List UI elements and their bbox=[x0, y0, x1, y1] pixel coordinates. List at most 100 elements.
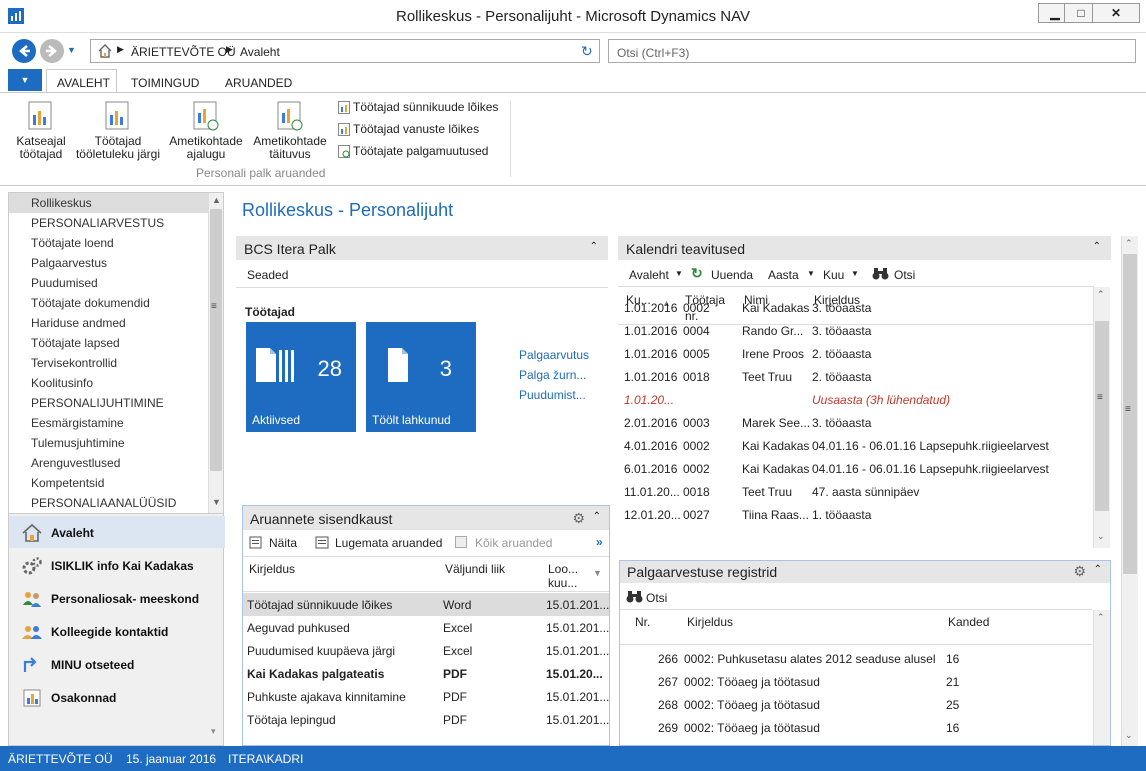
col-kirjeldus[interactable]: Kirjeldus bbox=[249, 562, 295, 576]
table-row[interactable]: 269 0002: Tööaeg ja töötasud 16 bbox=[620, 717, 1092, 740]
col-nr[interactable]: Nr. bbox=[635, 615, 650, 629]
all-reports-checkbox[interactable] bbox=[455, 536, 467, 548]
nav-item[interactable]: Töötajate loend bbox=[31, 236, 114, 250]
breadcrumb-page[interactable]: Avaleht bbox=[240, 45, 280, 59]
nav-item[interactable]: Tulemusjuhtimine bbox=[31, 436, 125, 450]
nav-item[interactable]: Eesmärgistamine bbox=[31, 416, 124, 430]
table-row[interactable]: 11.01.20... 0018 Teet Truu 47. aasta sünnip… bbox=[618, 481, 1094, 503]
col-loodud[interactable]: Loo... kuu... bbox=[548, 562, 588, 590]
address-box[interactable]: ▶ ÄRIETTEVÕTE OÜ ▶ Avaleht ↻ bbox=[90, 39, 600, 63]
table-row[interactable]: 2.01.2016 0003 Marek See... 3. tööaasta bbox=[618, 412, 1094, 434]
nav-personaliosak[interactable]: Personaliosak- meeskond bbox=[21, 582, 225, 614]
table-row[interactable]: 1.01.2016 0005 Irene Proos 2. tööaasta bbox=[618, 343, 1094, 365]
refresh-icon[interactable]: ↻ bbox=[581, 43, 593, 60]
toolt-lahkunud-tile[interactable]: 3 Töölt lahkunud bbox=[366, 322, 476, 432]
table-row[interactable]: Töötajad sünnikuude lõikes Word 15.01.201.… bbox=[243, 593, 609, 616]
ametikohtade-ajalugu-button[interactable]: Ametikohtade ajalugu bbox=[166, 101, 246, 161]
tab-aruanded[interactable]: ARUANDED bbox=[225, 76, 292, 90]
link-palgaarvutus[interactable]: Palgaarvutus bbox=[519, 348, 589, 362]
calendar-scrollbar[interactable]: ⌃ ≡ ⌄ bbox=[1093, 287, 1110, 548]
table-row[interactable]: Puhkuste ajakava kinnitamine PDF 15.01.201… bbox=[243, 685, 609, 708]
nav-osakonnad[interactable]: Osakonnad bbox=[21, 681, 225, 713]
nav-item[interactable]: Töötajate lapsed bbox=[31, 336, 120, 350]
table-row[interactable]: Töötaja lepingud PDF 15.01.201... bbox=[243, 708, 609, 731]
table-row[interactable]: Aeguvad puhkused Excel 15.01.201... bbox=[243, 616, 609, 639]
aktiivsed-tile[interactable]: 28 Aktiivsed bbox=[246, 322, 356, 432]
nav-minu-otseteed[interactable]: MINU otseteed bbox=[21, 648, 225, 680]
nav-item[interactable]: Puudumised bbox=[31, 276, 98, 290]
page-scrollbar[interactable]: ⌃ ≡ ⌄ bbox=[1121, 236, 1138, 746]
scroll-down-icon[interactable]: ⌄ bbox=[1097, 531, 1105, 542]
collapse-icon[interactable]: ⌃ bbox=[1094, 564, 1102, 575]
registers-find-button[interactable]: Otsi bbox=[646, 591, 667, 605]
col-kanded[interactable]: Kanded bbox=[948, 615, 989, 629]
nav-item[interactable]: PERSONALIARVESTUS bbox=[31, 216, 164, 230]
link-palga-zurnaal[interactable]: Palga žurn... bbox=[519, 368, 586, 382]
more-actions-icon[interactable]: » bbox=[596, 535, 603, 549]
nav-item[interactable]: Töötajate dokumendid bbox=[31, 296, 150, 310]
reports-show-button[interactable]: Näita bbox=[269, 536, 297, 550]
nav-item[interactable]: Kompetentsid bbox=[31, 476, 104, 490]
nav-bottom-more-icon[interactable]: ▾ bbox=[211, 726, 216, 737]
table-row[interactable]: 12.01.20... 0027 Tiina Raas... 1. tööaasta bbox=[618, 504, 1094, 526]
calendar-month-button[interactable]: Kuu bbox=[823, 268, 844, 282]
link-puudumised[interactable]: Puudumist... bbox=[519, 388, 586, 402]
table-row[interactable]: 268 0002: Tööaeg ja töötasud 25 bbox=[620, 694, 1092, 717]
itera-settings-button[interactable]: Seaded bbox=[247, 268, 288, 282]
table-row[interactable]: 1.01.20... Uusaasta (3h lühendatud) bbox=[618, 389, 1094, 411]
scroll-up-icon[interactable]: ⌃ bbox=[1125, 238, 1133, 249]
tootajad-tooletuleku-button[interactable]: Töötajad tööletuleku järgi bbox=[72, 101, 164, 161]
nav-item[interactable]: Hariduse andmed bbox=[31, 316, 126, 330]
collapse-icon[interactable]: ⌃ bbox=[590, 241, 598, 252]
search-input[interactable]: Otsi (Ctrl+F3) bbox=[608, 39, 1136, 63]
table-row[interactable]: 4.01.2016 0002 Kai Kadakas 04.01.16 - 06.01… bbox=[618, 435, 1094, 457]
registers-scrollbar[interactable]: ⌃ bbox=[1093, 610, 1110, 745]
scroll-down-icon[interactable]: ▼ bbox=[212, 497, 221, 507]
ametikohtade-taituvus-button[interactable]: Ametikohtade täituvus bbox=[250, 101, 330, 161]
tab-avaleht[interactable]: AVALEHT bbox=[57, 76, 110, 90]
scroll-up-icon[interactable]: ⌃ bbox=[1097, 289, 1105, 300]
nav-item[interactable]: Rollikeskus bbox=[31, 196, 92, 210]
table-row[interactable]: 6.01.2016 0002 Kai Kadakas 04.01.16 - 06.01… bbox=[618, 458, 1094, 480]
application-menu-button[interactable]: ▼ bbox=[8, 69, 42, 91]
forward-button[interactable] bbox=[40, 39, 64, 63]
col-kirjeldus[interactable]: Kirjeldus bbox=[687, 615, 733, 629]
sunnikuude-report-button[interactable]: Töötajad sünnikuude lõikes bbox=[338, 100, 498, 115]
nav-item[interactable]: PERSONALIAANALÜÜSID bbox=[31, 496, 176, 510]
nav-isiklik[interactable]: ISIKLIK info Kai Kadakas bbox=[21, 549, 225, 581]
table-row[interactable]: Kai Kadakas palgateatis PDF 15.01.20... bbox=[243, 662, 609, 685]
gear-icon[interactable]: ⚙ bbox=[1073, 563, 1086, 580]
table-row[interactable]: 1.01.2016 0004 Rando Gr... 3. tööaasta bbox=[618, 320, 1094, 342]
tab-toimingud[interactable]: TOIMINGUD bbox=[131, 76, 199, 90]
calendar-year-button[interactable]: Aasta bbox=[768, 268, 799, 282]
table-row[interactable]: Puudumised kuupäeva järgi Excel 15.01.201.… bbox=[243, 639, 609, 662]
calendar-refresh-button[interactable]: Uuenda bbox=[711, 268, 753, 282]
close-button[interactable]: ✕ bbox=[1092, 3, 1140, 23]
table-row[interactable]: 267 0002: Tööaeg ja töötasud 21 bbox=[620, 671, 1092, 694]
table-row[interactable]: 1.01.2016 0002 Kai Kadakas 3. tööaasta bbox=[618, 297, 1094, 319]
history-dropdown-icon[interactable]: ▼ bbox=[67, 45, 76, 55]
nav-scroll-thumb[interactable] bbox=[210, 209, 222, 471]
nav-item[interactable]: Tervisekontrollid bbox=[31, 356, 117, 370]
table-row[interactable]: 266 0002: Puhkusetasu alates 2012 seaduse… bbox=[620, 648, 1092, 671]
nav-item[interactable]: Arenguvestlused bbox=[31, 456, 120, 470]
nav-scrollbar[interactable]: ▲ ≡ ▼ bbox=[208, 193, 223, 513]
col-valjundi-liik[interactable]: Väljundi liik bbox=[445, 562, 505, 576]
nav-item[interactable]: PERSONALIJUHTIMINE bbox=[31, 396, 164, 410]
palgamuutused-report-button[interactable]: Töötajate palgamuutused bbox=[338, 144, 488, 159]
reports-all-button[interactable]: Kõik aruanded bbox=[475, 536, 552, 550]
table-row[interactable]: 1.01.2016 0018 Teet Truu 2. tööaasta bbox=[618, 366, 1094, 388]
collapse-icon[interactable]: ⌃ bbox=[593, 511, 601, 522]
nav-kolleegide[interactable]: Kolleegide kontaktid bbox=[21, 615, 225, 647]
vanuste-report-button[interactable]: Töötajad vanuste lõikes bbox=[338, 122, 479, 137]
nav-item[interactable]: Koolitusinfo bbox=[31, 376, 93, 390]
calendar-find-button[interactable]: Otsi bbox=[894, 268, 915, 282]
gear-icon[interactable]: ⚙ bbox=[572, 510, 585, 527]
back-button[interactable] bbox=[12, 39, 36, 63]
nav-avaleht[interactable]: Avaleht bbox=[21, 516, 225, 548]
calendar-scroll-thumb[interactable] bbox=[1095, 321, 1109, 511]
collapse-icon[interactable]: ⌃ bbox=[1093, 241, 1101, 252]
scroll-up-icon[interactable]: ▲ bbox=[212, 195, 221, 205]
calendar-avaleht-button[interactable]: Avaleht bbox=[629, 268, 669, 282]
scroll-up-icon[interactable]: ⌃ bbox=[1097, 612, 1105, 623]
